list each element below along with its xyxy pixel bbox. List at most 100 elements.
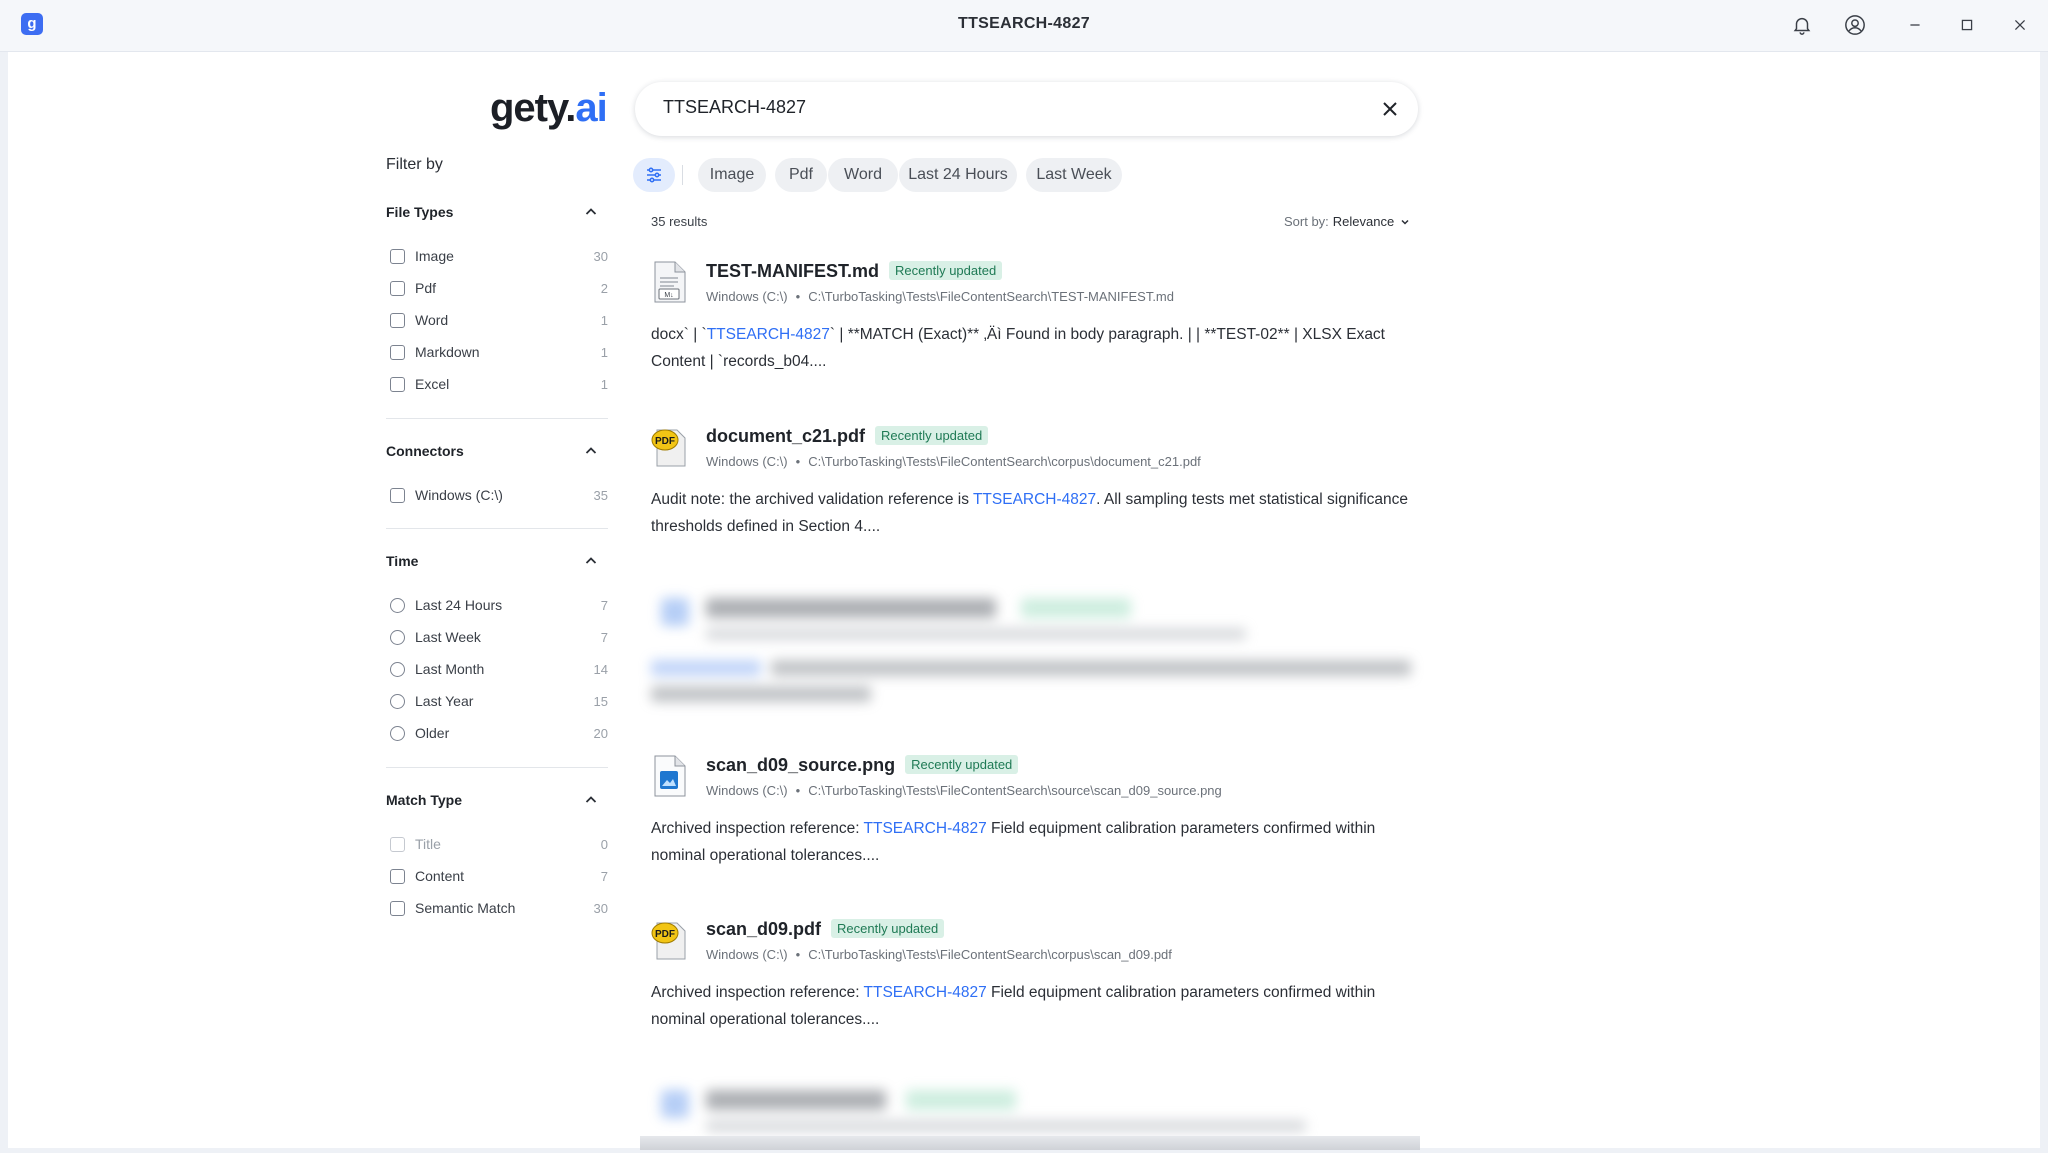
main-panel: gety.ai Filter by File Types Image 30 Pdf… — [8, 52, 2040, 1148]
radio-button[interactable] — [390, 629, 405, 645]
account-icon[interactable] — [1841, 11, 1869, 39]
radio-button[interactable] — [390, 597, 405, 613]
blurred-title — [706, 598, 996, 618]
filter-count: 2 — [600, 280, 608, 296]
chip-word[interactable]: Word — [828, 158, 898, 192]
pdf-file-icon: PDF — [651, 922, 686, 960]
filter-time-24h[interactable]: Last 24 Hours 7 — [390, 595, 608, 615]
recently-updated-badge: Recently updated — [875, 426, 989, 445]
filter-file-type-excel[interactable]: Excel 1 — [390, 374, 608, 394]
radio-button[interactable] — [390, 725, 405, 741]
checkbox[interactable] — [390, 248, 405, 264]
chevron-up-icon[interactable] — [583, 792, 599, 808]
snippet-highlight: TTSEARCH-4827 — [972, 491, 1097, 508]
result-source: Windows (C:\) — [706, 783, 788, 798]
result-path: Windows (C:\) • C:\TurboTasking\Tests\File… — [706, 289, 1174, 304]
chip-image[interactable]: Image — [698, 158, 766, 192]
chevron-up-icon[interactable] — [583, 204, 599, 220]
sort-dropdown[interactable]: Sort by: Relevance — [1284, 214, 1410, 229]
blurred-path — [706, 1120, 1306, 1132]
title-bar: g TTSEARCH-4827 — [0, 0, 2048, 52]
markdown-file-icon: M↓ — [654, 261, 686, 303]
result-source: Windows (C:\) — [706, 947, 788, 962]
filter-count: 15 — [593, 693, 608, 709]
result-title[interactable]: TEST-MANIFEST.md Recently updated — [706, 261, 1003, 282]
sort-label: Sort by: — [1284, 214, 1329, 229]
checkbox[interactable] — [390, 900, 405, 916]
filter-label: Last Week — [415, 629, 481, 645]
radio-button[interactable] — [390, 693, 405, 709]
checkbox[interactable] — [390, 376, 405, 392]
filter-time-month[interactable]: Last Month 14 — [390, 659, 608, 679]
filter-label: Older — [415, 725, 450, 741]
result-count: 35 results — [651, 214, 708, 229]
result-file-path: C:\TurboTasking\Tests\FileContentSearch\… — [808, 289, 1174, 304]
maximize-icon[interactable] — [1953, 11, 1981, 39]
result-title-text: document_c21.pdf — [706, 426, 866, 446]
filter-file-type-markdown[interactable]: Markdown 1 — [390, 342, 608, 362]
path-separator: • — [795, 947, 801, 962]
result-title[interactable]: document_c21.pdf Recently updated — [706, 426, 989, 447]
blurred-snippet — [651, 686, 871, 702]
filter-file-type-image[interactable]: Image 30 — [390, 246, 608, 266]
result-file-path: C:\TurboTasking\Tests\FileContentSearch\… — [808, 454, 1201, 469]
filter-count: 7 — [600, 597, 608, 613]
filter-count: 1 — [600, 376, 608, 392]
filter-by-label: Filter by — [386, 156, 443, 173]
filter-file-type-pdf[interactable]: Pdf 2 — [390, 278, 608, 298]
filter-time-week[interactable]: Last Week 7 — [390, 627, 608, 647]
result-title-text: TEST-MANIFEST.md — [706, 261, 880, 281]
chip-last-week[interactable]: Last Week — [1026, 158, 1122, 192]
divider — [386, 418, 608, 419]
recently-updated-badge: Recently updated — [831, 919, 945, 938]
filter-count: 7 — [600, 868, 608, 884]
chip-separator — [682, 165, 683, 185]
checkbox[interactable] — [390, 868, 405, 884]
filter-count: 0 — [600, 836, 608, 852]
section-connectors: Connectors — [386, 443, 464, 459]
divider — [386, 767, 608, 768]
checkbox[interactable] — [390, 312, 405, 328]
result-snippet: Archived inspection reference: TTSEARCH-… — [651, 979, 1421, 1033]
image-file-icon — [661, 1090, 689, 1118]
checkbox[interactable] — [390, 487, 405, 503]
svg-text:M↓: M↓ — [664, 292, 673, 299]
filter-file-type-word[interactable]: Word 1 — [390, 310, 608, 330]
search-input[interactable]: TTSEARCH-4827 — [663, 97, 806, 118]
pdf-file-icon: PDF — [651, 429, 686, 467]
bell-icon[interactable] — [1788, 11, 1816, 39]
filter-toggle-button[interactable] — [633, 158, 675, 192]
close-icon[interactable] — [2006, 11, 2034, 39]
clear-search-icon[interactable] — [1378, 97, 1402, 121]
filter-label: Word — [415, 312, 449, 328]
checkbox[interactable] — [390, 280, 405, 296]
filter-match-semantic[interactable]: Semantic Match 30 — [390, 898, 608, 918]
checkbox[interactable] — [390, 344, 405, 360]
radio-button[interactable] — [390, 661, 405, 677]
filter-label: Last 24 Hours — [415, 597, 503, 613]
filter-time-year[interactable]: Last Year 15 — [390, 691, 608, 711]
section-time: Time — [386, 553, 419, 569]
snippet-highlight: TTSEARCH-4827 — [863, 984, 987, 1001]
filter-count: 30 — [593, 248, 608, 264]
snippet-text: Archived inspection reference: — [651, 820, 864, 837]
chevron-up-icon[interactable] — [583, 553, 599, 569]
bottom-fade — [640, 1136, 1420, 1150]
filter-connector-windows[interactable]: Windows (C:\) 35 — [390, 485, 608, 505]
search-bar[interactable]: TTSEARCH-4827 — [635, 82, 1418, 136]
snippet-text: Archived inspection reference: — [651, 984, 864, 1001]
filter-match-content[interactable]: Content 7 — [390, 866, 608, 886]
filter-time-older[interactable]: Older 20 — [390, 723, 608, 743]
chip-last-24-hours[interactable]: Last 24 Hours — [899, 158, 1017, 192]
blurred-title — [706, 1090, 886, 1110]
checkbox — [390, 836, 405, 852]
chevron-up-icon[interactable] — [583, 443, 599, 459]
result-title[interactable]: scan_d09.pdf Recently updated — [706, 919, 945, 940]
result-title[interactable]: scan_d09_source.png Recently updated — [706, 755, 1019, 776]
svg-text:PDF: PDF — [655, 929, 675, 940]
chip-pdf[interactable]: Pdf — [775, 158, 827, 192]
filter-count: 1 — [600, 344, 608, 360]
result-snippet: Archived inspection reference: TTSEARCH-… — [651, 815, 1421, 869]
filter-match-title: Title 0 — [390, 834, 608, 854]
minimize-icon[interactable] — [1901, 11, 1929, 39]
